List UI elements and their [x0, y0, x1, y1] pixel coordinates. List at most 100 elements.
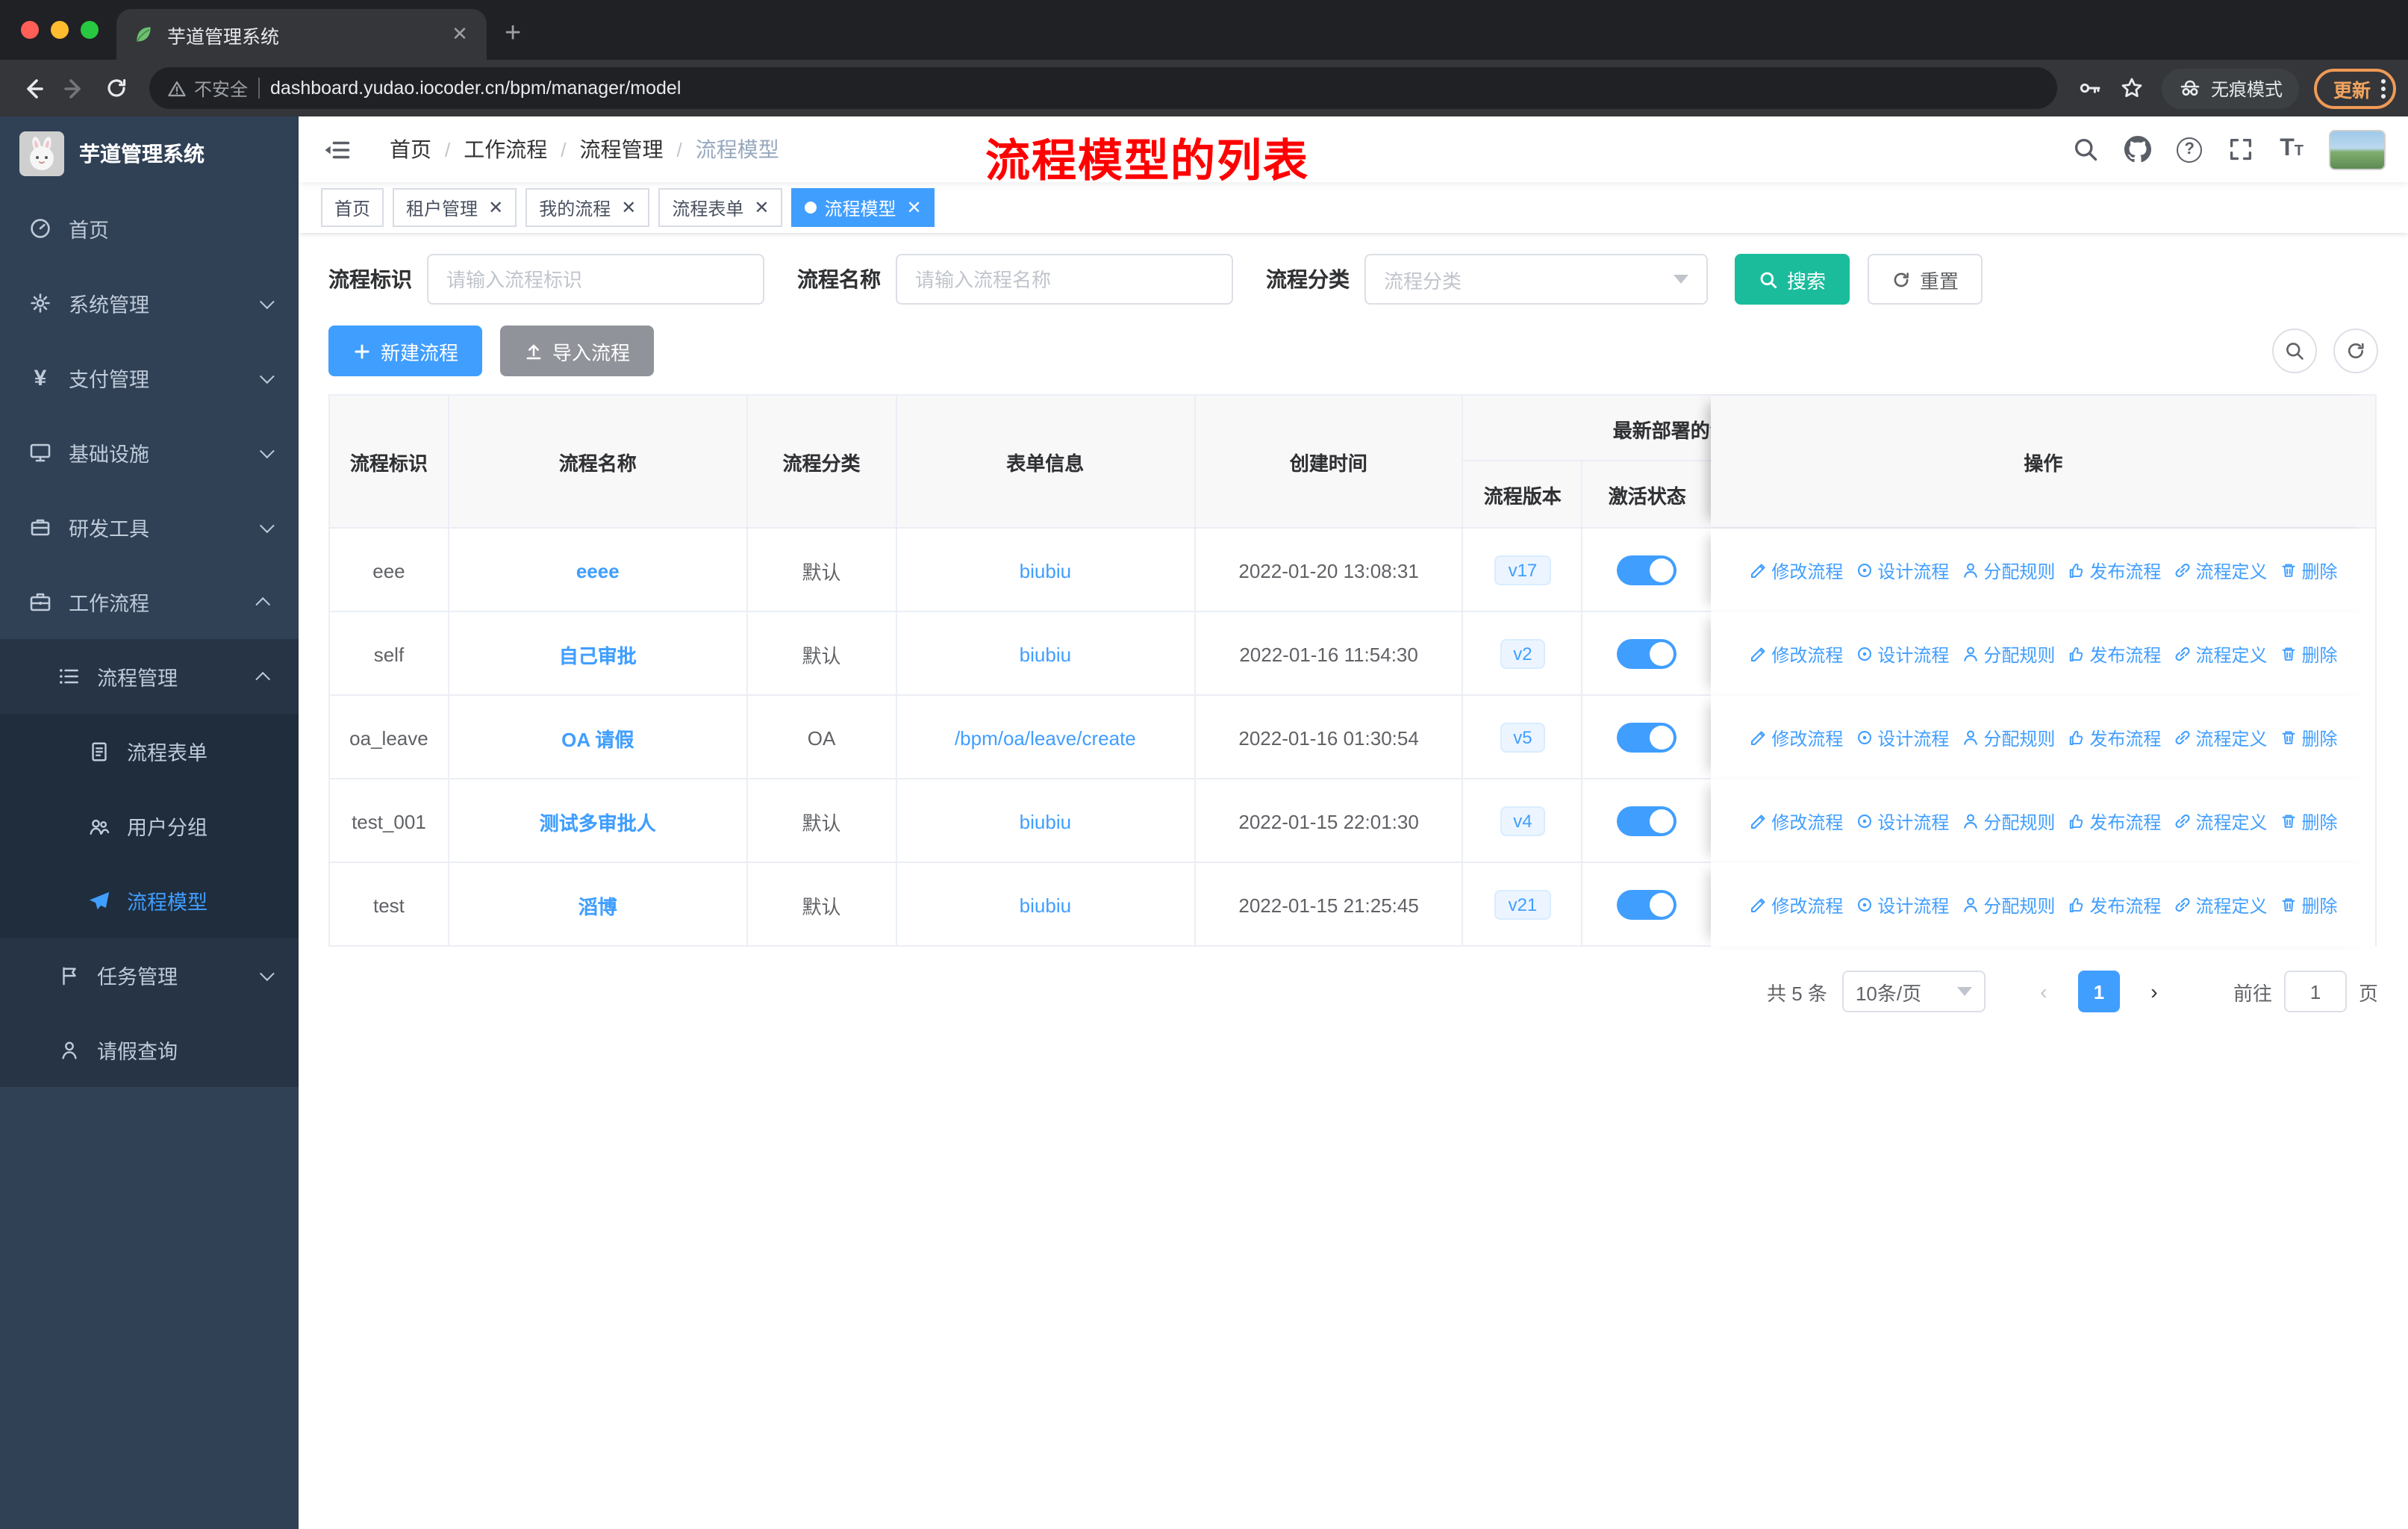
sidebar-item-workflow[interactable]: 工作流程 [0, 564, 299, 639]
version-badge[interactable]: v5 [1500, 723, 1546, 753]
action-delete[interactable]: 删除 [2279, 641, 2338, 667]
action-definition[interactable]: 流程定义 [2173, 725, 2267, 750]
update-chip[interactable]: 更新 [2313, 68, 2396, 108]
action-publish[interactable]: 发布流程 [2067, 558, 2161, 583]
active-toggle[interactable] [1617, 890, 1677, 920]
import-process-button[interactable]: 导入流程 [500, 326, 655, 376]
form-info-link[interactable]: biubiu [1020, 810, 1071, 832]
bookmark-star-icon[interactable] [2111, 67, 2153, 109]
action-assign[interactable]: 分配规则 [1961, 809, 2055, 834]
process-name-link[interactable]: 自己审批 [559, 640, 637, 668]
user-avatar[interactable] [2329, 129, 2386, 169]
process-name-link[interactable]: 滔博 [578, 891, 617, 919]
action-design[interactable]: 设计流程 [1855, 809, 1949, 834]
browser-tab[interactable]: 芋道管理系统 ✕ [116, 9, 487, 60]
search-button[interactable]: 搜索 [1735, 254, 1850, 305]
sidebar-item-system[interactable]: 系统管理 [0, 266, 299, 340]
form-info-link[interactable]: biubiu [1020, 559, 1071, 582]
action-publish[interactable]: 发布流程 [2067, 892, 2161, 918]
refresh-table-button[interactable] [2333, 328, 2378, 373]
action-delete[interactable]: 删除 [2279, 892, 2338, 918]
form-info-link[interactable]: biubiu [1020, 894, 1071, 916]
action-assign[interactable]: 分配规则 [1961, 892, 2055, 918]
action-definition[interactable]: 流程定义 [2173, 892, 2267, 918]
process-category-select[interactable]: 流程分类 [1364, 254, 1708, 305]
font-size-icon[interactable]: TT [2280, 137, 2303, 161]
action-edit[interactable]: 修改流程 [1749, 892, 1843, 918]
process-id-input[interactable] [427, 254, 764, 305]
sidebar-item-home[interactable]: 首页 [0, 191, 299, 266]
breadcrumb-home[interactable]: 首页 [390, 134, 431, 164]
action-design[interactable]: 设计流程 [1855, 725, 1949, 750]
action-edit[interactable]: 修改流程 [1749, 725, 1843, 750]
action-publish[interactable]: 发布流程 [2067, 641, 2161, 667]
version-badge[interactable]: v4 [1500, 806, 1546, 836]
action-definition[interactable]: 流程定义 [2173, 641, 2267, 667]
action-edit[interactable]: 修改流程 [1749, 558, 1843, 583]
active-toggle[interactable] [1617, 555, 1677, 585]
sidebar-item-infrastructure[interactable]: 基础设施 [0, 415, 299, 490]
action-design[interactable]: 设计流程 [1855, 892, 1949, 918]
tag-my-process[interactable]: 我的流程 ✕ [525, 188, 650, 227]
next-page-icon[interactable]: › [2135, 972, 2174, 1011]
tag-close-icon[interactable]: ✕ [621, 197, 636, 218]
tag-process-form[interactable]: 流程表单 ✕ [658, 188, 783, 227]
process-name-link[interactable]: OA 请假 [561, 723, 634, 752]
tab-close-icon[interactable]: ✕ [448, 22, 472, 46]
active-toggle[interactable] [1617, 639, 1677, 669]
active-toggle[interactable] [1617, 806, 1677, 836]
process-name-link[interactable]: 测试多审批人 [540, 807, 656, 835]
active-toggle[interactable] [1617, 723, 1677, 753]
action-definition[interactable]: 流程定义 [2173, 558, 2267, 583]
action-delete[interactable]: 删除 [2279, 558, 2338, 583]
sidebar-item-payment[interactable]: ¥ 支付管理 [0, 340, 299, 415]
breadcrumb-process-management[interactable]: 流程管理 [580, 134, 664, 164]
hamburger-icon[interactable] [321, 134, 351, 164]
password-key-icon[interactable] [2069, 67, 2111, 109]
version-badge[interactable]: v17 [1494, 555, 1551, 585]
close-window-button[interactable] [21, 21, 39, 39]
action-definition[interactable]: 流程定义 [2173, 809, 2267, 834]
sidebar-item-process-management[interactable]: 流程管理 [0, 639, 299, 714]
reload-icon[interactable] [96, 67, 137, 109]
tag-home[interactable]: 首页 [321, 188, 384, 227]
sidebar-item-process-form[interactable]: 流程表单 [0, 714, 299, 788]
url-bar[interactable]: 不安全 dashboard.yudao.iocoder.cn/bpm/manag… [149, 67, 2057, 109]
security-warning[interactable]: 不安全 [167, 75, 248, 101]
prev-page-icon[interactable]: ‹ [2024, 972, 2063, 1011]
action-design[interactable]: 设计流程 [1855, 558, 1949, 583]
version-badge[interactable]: v21 [1494, 890, 1551, 920]
tag-process-model[interactable]: 流程模型 ✕ [791, 188, 935, 227]
fullscreen-icon[interactable] [2227, 136, 2254, 163]
github-icon[interactable] [2124, 136, 2152, 163]
process-name-input[interactable] [896, 254, 1233, 305]
goto-page-input[interactable] [2283, 971, 2347, 1012]
action-design[interactable]: 设计流程 [1855, 641, 1949, 667]
toggle-search-button[interactable] [2272, 328, 2317, 373]
action-delete[interactable]: 删除 [2279, 809, 2338, 834]
tag-tenant[interactable]: 租户管理 ✕ [393, 188, 517, 227]
action-edit[interactable]: 修改流程 [1749, 809, 1843, 834]
forward-icon[interactable] [54, 67, 96, 109]
action-delete[interactable]: 删除 [2279, 725, 2338, 750]
action-assign[interactable]: 分配规则 [1961, 641, 2055, 667]
action-publish[interactable]: 发布流程 [2067, 809, 2161, 834]
create-process-button[interactable]: 新建流程 [328, 326, 483, 376]
process-name-link[interactable]: eeee [576, 559, 620, 582]
tag-close-icon[interactable]: ✕ [754, 197, 769, 218]
sidebar-item-process-model[interactable]: 流程模型 [0, 863, 299, 938]
browser-menu-icon[interactable] [2381, 78, 2386, 98]
minimize-window-button[interactable] [51, 21, 69, 39]
help-icon[interactable]: ? [2177, 137, 2203, 162]
back-icon[interactable] [12, 67, 54, 109]
sidebar-item-task-management[interactable]: 任务管理 [0, 938, 299, 1012]
action-edit[interactable]: 修改流程 [1749, 641, 1843, 667]
action-assign[interactable]: 分配规则 [1961, 558, 2055, 583]
version-badge[interactable]: v2 [1500, 639, 1546, 669]
tag-close-icon[interactable]: ✕ [907, 197, 922, 218]
sidebar-item-leave-query[interactable]: 请假查询 [0, 1012, 299, 1087]
action-publish[interactable]: 发布流程 [2067, 725, 2161, 750]
sidebar-item-user-group[interactable]: 用户分组 [0, 788, 299, 863]
form-info-link[interactable]: /bpm/oa/leave/create [955, 726, 1136, 749]
action-assign[interactable]: 分配规则 [1961, 725, 2055, 750]
